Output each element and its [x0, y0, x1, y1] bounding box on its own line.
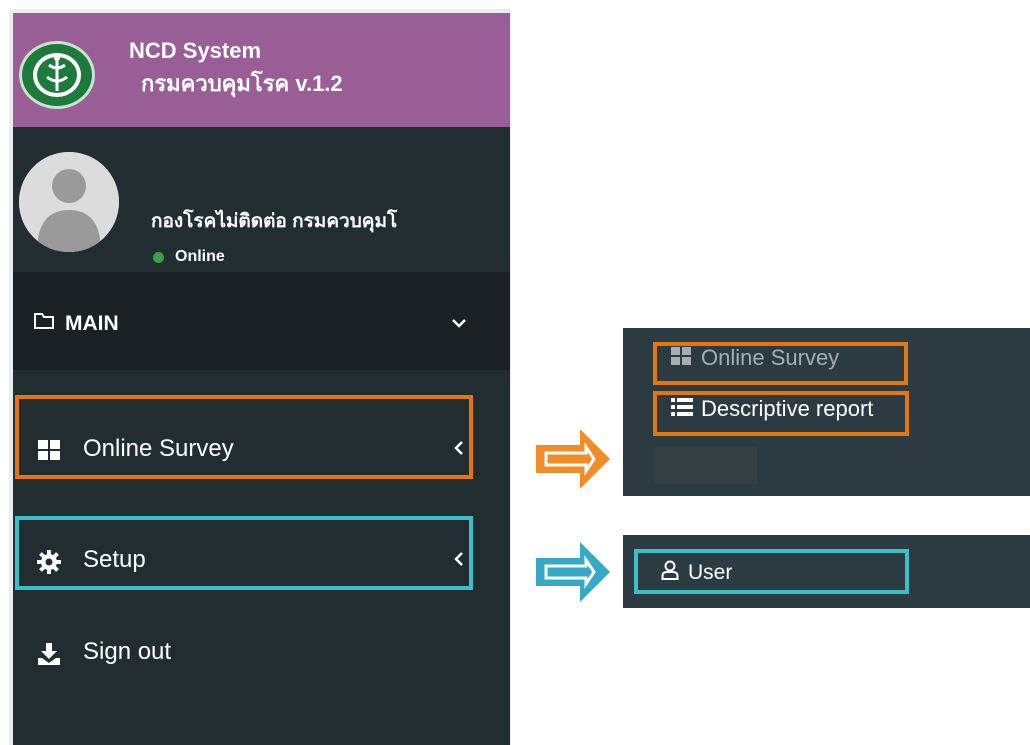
brand-subtitle: กรมควบคุมโรค v.1.2 [141, 71, 343, 96]
highlight-online-survey [15, 395, 473, 479]
submenu-item-label: User [688, 561, 733, 584]
list-icon [671, 396, 693, 422]
highlight-setup [15, 516, 473, 590]
folder-icon [33, 312, 55, 336]
teal-arrow-icon [534, 540, 612, 609]
main-header-label: MAIN [65, 312, 119, 335]
online-survey-submenu: Online Survey Descriptive report [623, 328, 1030, 496]
sidebar-item-sign-out[interactable]: Sign out [13, 617, 510, 687]
brand-title: NCD System [129, 38, 262, 63]
dept-seal-logo [19, 41, 95, 109]
sidebar: NCD System กรมควบคุมโรค v.1.2 กองโรคไม่ต… [9, 9, 511, 745]
status-label: Online [175, 248, 225, 265]
online-status-dot-icon [153, 251, 164, 263]
main-section-header[interactable]: MAIN [13, 272, 510, 370]
submenu-item-online-survey[interactable]: Online Survey [671, 345, 839, 371]
user-panel: กองโรคไม่ติดต่อ กรมควบคุมโ Online [13, 127, 510, 272]
brand-header[interactable]: NCD System กรมควบคุมโรค v.1.2 [13, 13, 510, 127]
setup-submenu: User [623, 535, 1030, 608]
user-status: Online [153, 248, 225, 266]
user-icon [661, 560, 679, 586]
download-icon [37, 642, 61, 671]
submenu-item-label: Online Survey [701, 345, 840, 370]
main-label: MAIN [33, 312, 119, 336]
sidebar-item-label: Sign out [83, 638, 172, 665]
chevron-down-icon[interactable] [451, 316, 467, 334]
grid-icon [671, 345, 691, 371]
orange-arrow-icon [534, 427, 612, 496]
submenu-item-user[interactable]: User [661, 560, 732, 586]
submenu-item-label: Descriptive report [701, 396, 874, 421]
avatar [19, 152, 119, 252]
placeholder-bar [654, 447, 757, 484]
submenu-item-descriptive-report[interactable]: Descriptive report [671, 396, 873, 422]
sidebar-inner: NCD System กรมควบคุมโรค v.1.2 กองโรคไม่ต… [13, 13, 510, 745]
user-name: กองโรคไม่ติดต่อ กรมควบคุมโ [151, 211, 398, 232]
